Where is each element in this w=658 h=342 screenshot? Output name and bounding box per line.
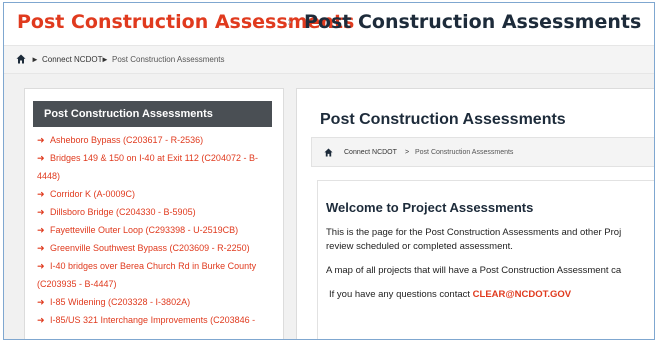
arrow-right-icon: ➜ [37, 135, 45, 145]
browser-frame: Post Construction Assessments › Post Con… [3, 2, 655, 340]
sidebar-item-dillsboro-bridge[interactable]: ➜ Dillsboro Bridge (C204330 - B-5905) [37, 203, 277, 221]
sidebar-link[interactable]: 4448) [37, 171, 60, 181]
sidebar-link[interactable]: Greenville Southwest Bypass (C203609 - R… [50, 243, 250, 253]
sidebar-item-i85-us321[interactable]: ➜ I-85/US 321 Interchange Improvements (C… [37, 311, 277, 329]
arrow-right-icon: ➜ [37, 225, 45, 235]
sidebar: Post Construction Assessments ➜ Asheboro … [24, 88, 284, 339]
arrow-right-icon: ➜ [37, 207, 45, 217]
top-breadcrumb: ► Connect NCDOT ► Post Construction Asse… [4, 45, 654, 74]
arrow-right-icon: ➜ [37, 297, 45, 307]
sidebar-link[interactable]: Bridges 149 & 150 on I-40 at Exit 112 (C… [50, 153, 258, 163]
arrow-right-icon: ➜ [37, 261, 45, 271]
sidebar-item-i40-bridges-berea-cont[interactable]: (C203935 - B-4447) [37, 275, 277, 293]
breadcrumb-current: Post Construction Assessments [415, 149, 514, 156]
title-separator: › [287, 15, 293, 30]
sidebar-link[interactable]: I-85 Widening (C203328 - I-3802A) [50, 297, 190, 307]
sidebar-item-corridor-k[interactable]: ➜ Corridor K (A-0009C) [37, 185, 277, 203]
home-icon[interactable] [16, 54, 26, 64]
main-panel: Post Construction Assessments Connect NC… [296, 88, 654, 339]
arrow-right-icon: ➜ [37, 189, 45, 199]
main-title: Post Construction Assessments [320, 111, 566, 128]
map-text: A map of all projects that will have a P… [326, 265, 622, 276]
breadcrumb-current: Post Construction Assessments [112, 55, 225, 64]
sidebar-link[interactable]: I-85/US 321 Interchange Improvements (C2… [50, 315, 255, 325]
home-icon[interactable] [324, 148, 333, 157]
sidebar-link[interactable]: I-40 bridges over Berea Church Rd in Bur… [50, 261, 256, 271]
intro-text-cont: review scheduled or completed assessment… [326, 241, 513, 252]
sidebar-item-bridges-149-150-cont[interactable]: 4448) [37, 167, 277, 185]
contact-prefix: If you have any questions contact [329, 289, 471, 300]
page-header: Post Construction Assessments › Post Con… [4, 3, 654, 45]
sidebar-link[interactable]: Asheboro Bypass (C203617 - R-2536) [50, 135, 203, 145]
sidebar-item-i85-widening[interactable]: ➜ I-85 Widening (C203328 - I-3802A) [37, 293, 277, 311]
breadcrumb-arrow-icon: ► [101, 55, 109, 64]
intro-text: This is the page for the Post Constructi… [326, 227, 622, 238]
sidebar-list: ➜ Asheboro Bypass (C203617 - R-2536) ➜ Bri… [37, 131, 277, 329]
contact-email-link[interactable]: CLEAR@NCDOT.GOV [473, 289, 571, 300]
sidebar-item-fayetteville-outer-loop[interactable]: ➜ Fayetteville Outer Loop (C293398 - U-25… [37, 221, 277, 239]
welcome-section: Welcome to Project Assessments This is t… [317, 180, 654, 339]
arrow-right-icon: ➜ [37, 153, 45, 163]
arrow-right-icon: ➜ [37, 243, 45, 253]
sidebar-link[interactable]: (C203935 - B-4447) [37, 279, 117, 289]
breadcrumb-separator: > [405, 149, 410, 156]
sidebar-item-asheboro-bypass[interactable]: ➜ Asheboro Bypass (C203617 - R-2536) [37, 131, 277, 149]
sidebar-heading[interactable]: Post Construction Assessments [33, 101, 272, 127]
sidebar-link[interactable]: Dillsboro Bridge (C204330 - B-5905) [50, 207, 196, 217]
sidebar-item-i40-bridges-berea[interactable]: ➜ I-40 bridges over Berea Church Rd in Bu… [37, 257, 277, 275]
sidebar-link[interactable]: Fayetteville Outer Loop (C293398 - U-251… [50, 225, 238, 235]
welcome-title: Welcome to Project Assessments [326, 200, 534, 215]
page-title: Post Construction Assessments [304, 11, 642, 33]
breadcrumb-link-connect-ncdot[interactable]: Connect NCDOT [42, 55, 102, 64]
arrow-right-icon: ➜ [37, 315, 45, 325]
breadcrumb-link-connect-ncdot[interactable]: Connect NCDOT [344, 149, 397, 156]
breadcrumb-arrow-icon: ► [31, 55, 39, 64]
contact-text: If you have any questions contact CLEAR@… [329, 288, 571, 302]
sidebar-item-greenville-sw-bypass[interactable]: ➜ Greenville Southwest Bypass (C203609 - … [37, 239, 277, 257]
sidebar-item-bridges-149-150[interactable]: ➜ Bridges 149 & 150 on I-40 at Exit 112 (… [37, 149, 277, 167]
sidebar-link[interactable]: Corridor K (A-0009C) [50, 189, 135, 199]
inner-breadcrumb: Connect NCDOT > Post Construction Assess… [311, 137, 654, 167]
